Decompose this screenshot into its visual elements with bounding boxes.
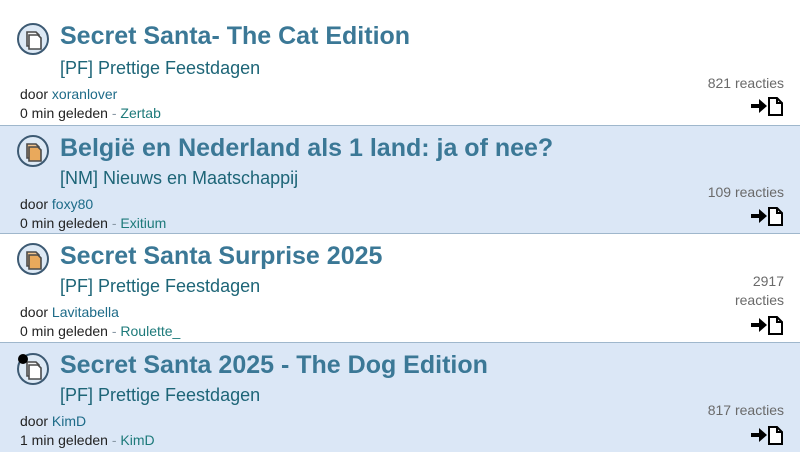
topic-row[interactable]: Secret Santa 2025 - The Dog Edition [PF]… bbox=[0, 343, 800, 452]
by-label: door bbox=[20, 86, 49, 102]
author-line: door KimD bbox=[20, 413, 86, 429]
topic-row[interactable]: Secret Santa Surprise 2025 [PF] Prettige… bbox=[0, 234, 800, 343]
jump-to-last-post-icon[interactable] bbox=[750, 315, 784, 335]
forum-link[interactable]: [PF] Prettige Feestdagen bbox=[60, 385, 260, 406]
last-post-line: 0 min geleden - Exitium bbox=[20, 215, 166, 231]
last-poster-link[interactable]: Roulette_ bbox=[120, 323, 180, 339]
reaction-count-text: 821 reacties bbox=[707, 75, 784, 91]
topic-title-link[interactable]: Secret Santa- The Cat Edition bbox=[60, 22, 410, 51]
by-label: door bbox=[20, 413, 49, 429]
speech-bubble-dot-icon bbox=[17, 353, 49, 385]
forum-link[interactable]: [NM] Nieuws en Maatschappij bbox=[60, 168, 298, 189]
separator: - bbox=[111, 323, 117, 339]
last-post-line: 0 min geleden - Zertab bbox=[20, 105, 161, 121]
reaction-count: 821 reacties bbox=[664, 74, 784, 93]
jump-to-last-post-icon[interactable] bbox=[750, 96, 784, 116]
author-link[interactable]: xoranlover bbox=[52, 86, 117, 102]
last-poster-link[interactable]: Zertab bbox=[120, 105, 160, 121]
time-ago: 0 min geleden bbox=[20, 323, 108, 339]
forum-link[interactable]: [PF] Prettige Feestdagen bbox=[60, 58, 260, 79]
speech-bubble-orange-icon bbox=[17, 135, 49, 167]
author-line: door Lavitabella bbox=[20, 304, 119, 320]
reaction-count-text: 817 reacties bbox=[707, 402, 784, 418]
reaction-count: 2917 reacties bbox=[664, 272, 784, 310]
topic-title-link[interactable]: België en Nederland als 1 land: ja of ne… bbox=[60, 134, 553, 163]
topic-title-link[interactable]: Secret Santa 2025 - The Dog Edition bbox=[60, 351, 488, 380]
author-link[interactable]: Lavitabella bbox=[52, 304, 119, 320]
author-line: door xoranlover bbox=[20, 86, 117, 102]
reaction-count: 817 reacties bbox=[664, 401, 784, 420]
topic-row[interactable]: België en Nederland als 1 land: ja of ne… bbox=[0, 126, 800, 234]
author-link[interactable]: foxy80 bbox=[52, 196, 93, 212]
speech-bubble-orange-icon bbox=[17, 243, 49, 275]
author-line: door foxy80 bbox=[20, 196, 93, 212]
time-ago: 0 min geleden bbox=[20, 105, 108, 121]
by-label: door bbox=[20, 304, 49, 320]
jump-to-last-post-icon[interactable] bbox=[750, 425, 784, 445]
last-post-line: 1 min geleden - KimD bbox=[20, 432, 155, 448]
reaction-count-text: 2917 bbox=[752, 273, 784, 289]
time-ago: 1 min geleden bbox=[20, 432, 108, 448]
time-ago: 0 min geleden bbox=[20, 215, 108, 231]
reaction-count-text-2: reacties bbox=[734, 292, 784, 308]
reaction-count: 109 reacties bbox=[664, 183, 784, 202]
topic-title-link[interactable]: Secret Santa Surprise 2025 bbox=[60, 242, 382, 271]
jump-to-last-post-icon[interactable] bbox=[750, 206, 784, 226]
forum-link[interactable]: [PF] Prettige Feestdagen bbox=[60, 276, 260, 297]
author-link[interactable]: KimD bbox=[52, 413, 86, 429]
separator: - bbox=[111, 105, 117, 121]
last-post-line: 0 min geleden - Roulette_ bbox=[20, 323, 180, 339]
last-poster-link[interactable]: Exitium bbox=[120, 215, 166, 231]
separator: - bbox=[111, 215, 117, 231]
separator: - bbox=[111, 432, 117, 448]
reaction-count-text: 109 reacties bbox=[707, 184, 784, 200]
topic-row[interactable]: Secret Santa- The Cat Edition [PF] Prett… bbox=[0, 0, 800, 126]
last-poster-link[interactable]: KimD bbox=[120, 432, 154, 448]
by-label: door bbox=[20, 196, 49, 212]
speech-bubble-icon bbox=[17, 23, 49, 55]
